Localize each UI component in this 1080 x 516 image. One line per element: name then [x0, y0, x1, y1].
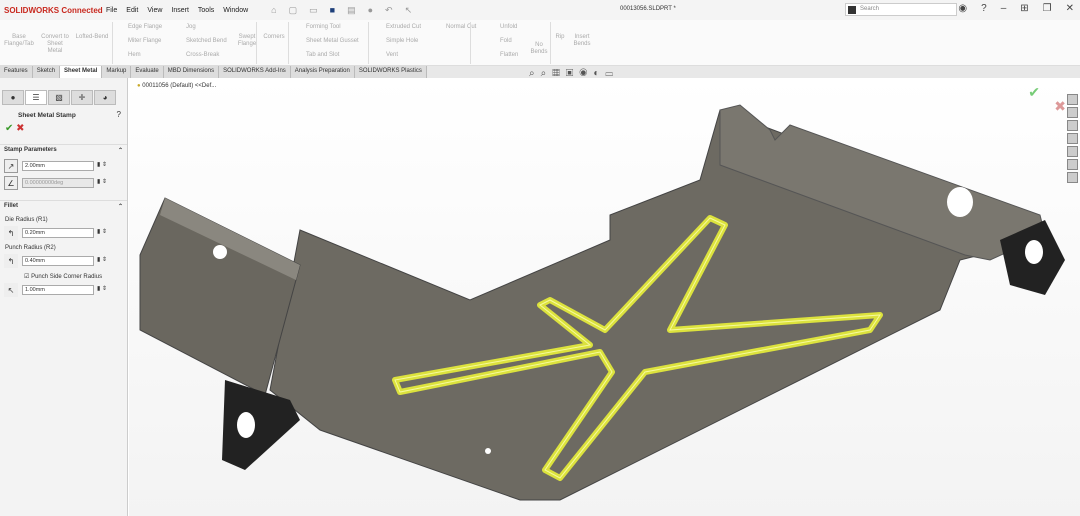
stamp-parameters-section[interactable]: Stamp Parameters ⌃ [0, 144, 127, 156]
menu-insert[interactable]: Insert [171, 7, 189, 14]
menu-window[interactable]: Window [223, 7, 248, 14]
search-placeholder: Search [860, 6, 880, 12]
punch-radius-input[interactable]: 0.40mm [22, 256, 94, 266]
help-icon[interactable]: ? [981, 3, 987, 14]
base-flange-button[interactable]: Base Flange/Tab [4, 34, 34, 48]
unfold-button[interactable]: Unfold [500, 24, 517, 31]
tab-sheet-metal[interactable]: Sheet Metal [60, 66, 103, 78]
title-bar: SOLIDWORKS Connected File Edit View Insert T… [0, 0, 1080, 20]
undo-icon[interactable]: ↶ [385, 5, 393, 16]
menu-file[interactable]: File [106, 7, 117, 14]
solidworks-search-icon [848, 6, 856, 14]
angle-input[interactable]: 0.00000000deg [22, 178, 94, 188]
graphics-area[interactable]: ● 00011056 (Default) <<Def... ⌕⌕▦▣◉◐▭ ✔ … [129, 68, 1080, 516]
punch-radius-icon: ↰ [4, 254, 18, 268]
config-manager-tab[interactable]: ▧ [48, 90, 70, 105]
corners-button[interactable]: Corners [260, 34, 288, 41]
property-manager: ● ☰ ▧ ✛ ◕ Sheet Metal Stamp ? ✔ ✖ Stamp … [0, 78, 128, 516]
punch-radius-label: Punch Radius (R2) [5, 245, 56, 251]
user-icon[interactable]: ◉ [958, 3, 967, 14]
cancel-button[interactable]: ✖ [16, 123, 24, 134]
app-logo: SOLIDWORKS Connected [4, 5, 103, 15]
dimxpert-tab[interactable]: ✛ [71, 90, 93, 105]
restore-button[interactable]: ❐ [1043, 3, 1052, 14]
menu-tools[interactable]: Tools [198, 7, 214, 14]
thickness-spinner[interactable]: ▮ ⇕ [97, 161, 119, 171]
help-icon[interactable]: ? [117, 110, 121, 119]
rebuild-icon[interactable]: ● [368, 5, 373, 16]
fillet-section[interactable]: Fillet ⌃ [0, 200, 127, 212]
menu-edit[interactable]: Edit [126, 7, 138, 14]
tab-markup[interactable]: Markup [102, 66, 132, 78]
tile-button[interactable]: ⊞ [1020, 3, 1028, 14]
tab-plastics[interactable]: SOLIDWORKS Plastics [354, 66, 427, 78]
part-model [139, 104, 1065, 501]
menu-view[interactable]: View [147, 7, 162, 14]
miter-flange-button[interactable]: Miter Flange [128, 38, 161, 45]
sheet-metal-gusset-button[interactable]: Sheet Metal Gusset [306, 38, 359, 45]
fold-button[interactable]: Fold [500, 38, 512, 45]
punch-radius-spinner[interactable]: ▮ ⇕ [97, 256, 119, 266]
extruded-cut-button[interactable]: Extruded Cut [386, 24, 421, 31]
display-manager-tab[interactable]: ◕ [94, 90, 116, 105]
search-input[interactable]: Search [845, 3, 957, 16]
die-radius-spinner[interactable]: ▮ ⇕ [97, 228, 119, 238]
angle-icon: ∠ [4, 176, 18, 190]
tab-and-slot-button[interactable]: Tab and Slot [306, 52, 339, 59]
lofted-bend-button[interactable]: Lofted-Bend [72, 34, 112, 41]
rip-button[interactable]: Rip [552, 34, 568, 41]
corner-radius-icon: ↖ [4, 283, 18, 297]
print-icon[interactable]: ▤ [347, 5, 356, 16]
document-title: 00013056.SLDPRT * [620, 6, 676, 12]
flatten-button[interactable]: Flatten [500, 52, 518, 59]
main-flange [269, 109, 1042, 501]
insert-bends-button[interactable]: Insert Bends [570, 34, 594, 48]
thickness-icon: ↗ [4, 159, 18, 173]
corner-radius-input[interactable]: 1.00mm [22, 285, 94, 295]
home-icon[interactable]: ⌂ [271, 5, 276, 16]
simple-hole-button[interactable]: Simple Hole [386, 38, 418, 45]
property-manager-tab[interactable]: ☰ [25, 90, 47, 105]
die-radius-icon: ↰ [4, 226, 18, 240]
corner-radius-checkbox[interactable]: ☑ [24, 274, 29, 280]
angle-spinner[interactable]: ▮ ⇕ [97, 178, 119, 188]
convert-to-sheet-metal-button[interactable]: Convert to Sheet Metal [40, 34, 70, 55]
open-icon[interactable]: ▭ [309, 5, 318, 16]
tab-sketch[interactable]: Sketch [32, 66, 61, 78]
cross-break-button[interactable]: Cross-Break [186, 52, 219, 59]
quick-access-toolbar: ⌂ ▢ ▭ ■ ▤ ● ↶ ↖ [271, 5, 412, 16]
ok-button[interactable]: ✔ [5, 123, 13, 134]
tab-features[interactable]: Features [0, 66, 33, 78]
corner-radius-spinner[interactable]: ▮ ⇕ [97, 285, 119, 295]
tab-analysis-preparation[interactable]: Analysis Preparation [290, 66, 355, 78]
feature-tree-tab[interactable]: ● [2, 90, 24, 105]
panel-title: Sheet Metal Stamp [18, 112, 76, 119]
close-button[interactable]: ✕ [1066, 3, 1074, 14]
no-bends-button[interactable]: No Bends [528, 42, 550, 56]
new-icon[interactable]: ▢ [289, 5, 298, 16]
normal-cut-button[interactable]: Normal Cut [446, 24, 476, 31]
forming-tool-button[interactable]: Forming Tool [306, 24, 341, 31]
edge-flange-button[interactable]: Edge Flange [128, 24, 162, 31]
tab-mbd-dimensions[interactable]: MBD Dimensions [163, 66, 220, 78]
die-radius-input[interactable]: 0.20mm [22, 228, 94, 238]
tab-evaluate[interactable]: Evaluate [131, 66, 164, 78]
save-icon[interactable]: ■ [330, 5, 335, 16]
die-radius-label: Die Radius (R1) [5, 217, 48, 223]
select-icon[interactable]: ↖ [405, 5, 413, 16]
tab-addins[interactable]: SOLIDWORKS Add-Ins [219, 66, 291, 78]
thickness-input[interactable]: 2.00mm [22, 161, 94, 171]
menu-bar: File Edit View Insert Tools Window [106, 7, 257, 14]
section-title: Stamp Parameters [4, 147, 57, 153]
jog-button[interactable]: Jog [186, 24, 196, 31]
minimize-button[interactable]: – [1001, 3, 1007, 14]
vent-button[interactable]: Vent [386, 52, 398, 59]
sketched-bend-button[interactable]: Sketched Bend [186, 38, 227, 45]
command-manager-ribbon: Base Flange/Tab Convert to Sheet Metal L… [0, 20, 1080, 66]
corner-radius-label: Punch Side Corner Radius [31, 274, 103, 280]
hem-button[interactable]: Hem [128, 52, 141, 59]
section-title: Fillet [4, 203, 19, 209]
